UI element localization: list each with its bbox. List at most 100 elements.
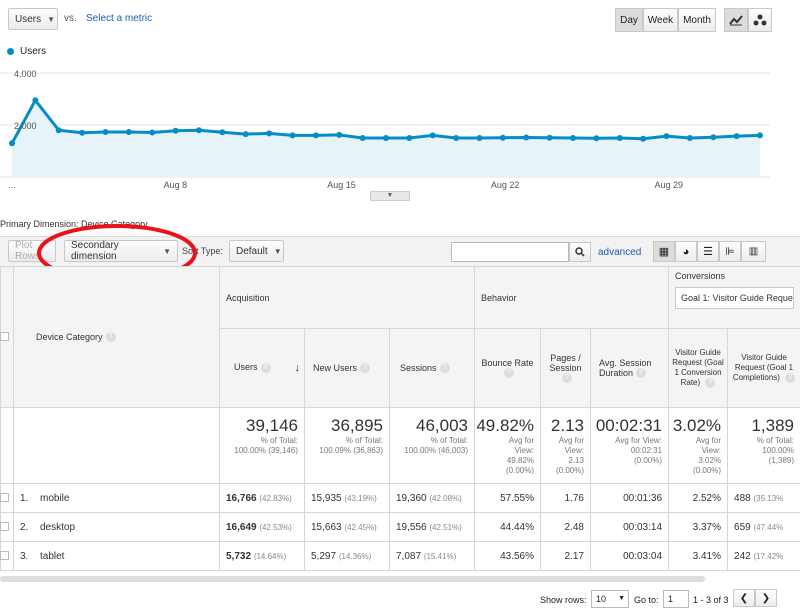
users-column-header[interactable]: Users? ↓ xyxy=(219,328,305,408)
data-point[interactable] xyxy=(546,134,553,141)
sessions-column-header[interactable]: Sessions? xyxy=(389,328,475,408)
device-category-link[interactable]: mobile xyxy=(40,493,69,504)
data-point[interactable] xyxy=(102,129,109,136)
data-point[interactable] xyxy=(383,135,389,141)
show-rows-select[interactable]: 10 ▼ xyxy=(591,590,629,608)
bounce-rate-column-header[interactable]: Bounce Rate? xyxy=(474,328,541,408)
avg-duration-column-header[interactable]: Avg. Session Duration? xyxy=(589,328,670,408)
metric-value: 659 xyxy=(734,521,751,533)
table-row[interactable]: 2. desktop 16,649 (42.53%) 15,663 (42.45%) 1… xyxy=(0,512,800,542)
sort-type-dropdown[interactable]: Default ▼ xyxy=(229,240,284,262)
metric-value: 00:01:36 xyxy=(623,492,663,504)
device-category-link[interactable]: desktop xyxy=(40,522,75,533)
data-point[interactable] xyxy=(149,129,156,136)
metric-percent: (17.42% xyxy=(753,551,784,561)
comparison-view-button[interactable]: ⊫ xyxy=(719,241,741,262)
data-point[interactable] xyxy=(616,135,623,141)
sort-arrow-icon: ↓ xyxy=(294,362,301,374)
data-point[interactable] xyxy=(663,133,670,140)
performance-view-button[interactable]: ☰ xyxy=(697,241,719,262)
data-point[interactable] xyxy=(219,129,226,136)
data-point[interactable] xyxy=(266,130,273,137)
metric-value: 3.37% xyxy=(692,521,722,533)
month-button[interactable]: Month xyxy=(678,8,716,32)
table-row[interactable]: 3. tablet 5,732 (14.64%) 5,297 (14.36%) 7,08… xyxy=(0,541,800,571)
pie-view-button[interactable]: ◕ xyxy=(675,241,697,262)
row-checkbox[interactable] xyxy=(0,521,9,531)
help-icon: ? xyxy=(260,362,271,373)
total-value: 00:02:31 xyxy=(595,416,663,435)
data-point[interactable] xyxy=(406,135,413,141)
metric-value: 19,556 xyxy=(396,521,427,533)
horizontal-scrollbar[interactable] xyxy=(0,576,705,582)
week-button[interactable]: Week xyxy=(643,8,678,32)
data-point[interactable] xyxy=(312,132,319,139)
x-tick-label: Aug 22 xyxy=(491,180,520,190)
data-point[interactable] xyxy=(172,127,179,134)
line-chart-button[interactable] xyxy=(724,8,748,32)
prev-page-button[interactable]: ❮ xyxy=(733,589,755,607)
chart-resize-handle[interactable]: ▼ xyxy=(370,191,410,201)
device-category-link[interactable]: tablet xyxy=(40,551,64,562)
data-point[interactable] xyxy=(710,134,717,141)
row-checkbox[interactable] xyxy=(0,492,9,502)
metric-dropdown[interactable]: Users ▼ xyxy=(8,8,58,30)
data-point[interactable] xyxy=(757,132,763,139)
pie-chart-icon: ◕ xyxy=(682,245,690,258)
data-point[interactable] xyxy=(453,135,460,141)
next-page-button[interactable]: ❯ xyxy=(755,589,777,607)
total-cell: 2.13 Avg for View: 2.13 (0.00%) xyxy=(540,407,591,484)
pivot-view-button[interactable]: ▥ xyxy=(741,241,766,262)
row-index: 3. xyxy=(20,550,29,562)
help-icon: ? xyxy=(562,373,572,384)
total-subtext: % of Total: xyxy=(756,436,795,445)
data-point[interactable] xyxy=(196,127,202,134)
data-point[interactable] xyxy=(429,132,436,139)
metric-cell: 2.48 xyxy=(540,512,591,542)
select-all-checkbox[interactable] xyxy=(0,331,9,341)
data-point[interactable] xyxy=(125,129,132,136)
metric-cell: 2.17 xyxy=(540,541,591,571)
data-point[interactable] xyxy=(242,131,249,138)
new-users-column-header[interactable]: New Users? xyxy=(304,328,390,408)
day-button[interactable]: Day xyxy=(615,8,643,32)
device-category-header[interactable]: Device Category? xyxy=(13,266,220,408)
data-point[interactable] xyxy=(499,134,506,141)
completions-column-header[interactable]: Visitor Guide Request (Goal 1 Completion… xyxy=(727,328,800,408)
select-metric-link[interactable]: Select a metric xyxy=(86,13,152,24)
data-point[interactable] xyxy=(686,135,693,141)
data-point[interactable] xyxy=(359,135,366,141)
total-cell: 49.82% Avg for View: 49.82% (0.00%) xyxy=(474,407,541,484)
data-point[interactable] xyxy=(79,129,86,136)
search-input[interactable] xyxy=(451,242,569,262)
goal-dropdown[interactable]: Goal 1: Visitor Guide Reques xyxy=(675,287,795,309)
data-point[interactable] xyxy=(733,133,740,140)
data-point[interactable] xyxy=(640,135,647,142)
row-checkbox[interactable] xyxy=(0,550,9,560)
data-point[interactable] xyxy=(9,140,15,147)
pages-session-column-header[interactable]: Pages / Session? xyxy=(540,328,591,408)
search-button[interactable] xyxy=(569,242,591,262)
goto-input[interactable]: 1 xyxy=(663,590,689,608)
total-value: 46,003 xyxy=(416,416,468,435)
advanced-link[interactable]: advanced xyxy=(598,247,641,258)
bounce-rate-header-label: Bounce Rate xyxy=(481,357,534,368)
motion-chart-button[interactable] xyxy=(748,8,772,32)
total-subtext: Avg for xyxy=(508,436,534,445)
table-row[interactable]: 1. mobile 16,766 (42.83%) 15,935 (43.19%) 19… xyxy=(0,483,800,513)
total-value: 49.82% xyxy=(476,416,534,435)
data-point[interactable] xyxy=(593,135,600,142)
data-point[interactable] xyxy=(32,97,39,104)
data-point[interactable] xyxy=(523,134,530,141)
metric-dropdown-label: Users xyxy=(15,13,42,25)
table-view-button[interactable]: ▦ xyxy=(653,241,675,262)
select-all-cell[interactable] xyxy=(0,266,14,408)
metric-value: 00:03:14 xyxy=(623,521,663,533)
conversion-rate-column-header[interactable]: Visitor Guide Request (Goal 1 Conversion… xyxy=(668,328,729,408)
data-point[interactable] xyxy=(336,131,343,138)
data-point[interactable] xyxy=(570,135,576,141)
data-point[interactable] xyxy=(55,127,62,134)
data-point[interactable] xyxy=(476,135,483,141)
data-point[interactable] xyxy=(289,132,296,139)
device-category-header-label: Device Category xyxy=(36,331,103,342)
